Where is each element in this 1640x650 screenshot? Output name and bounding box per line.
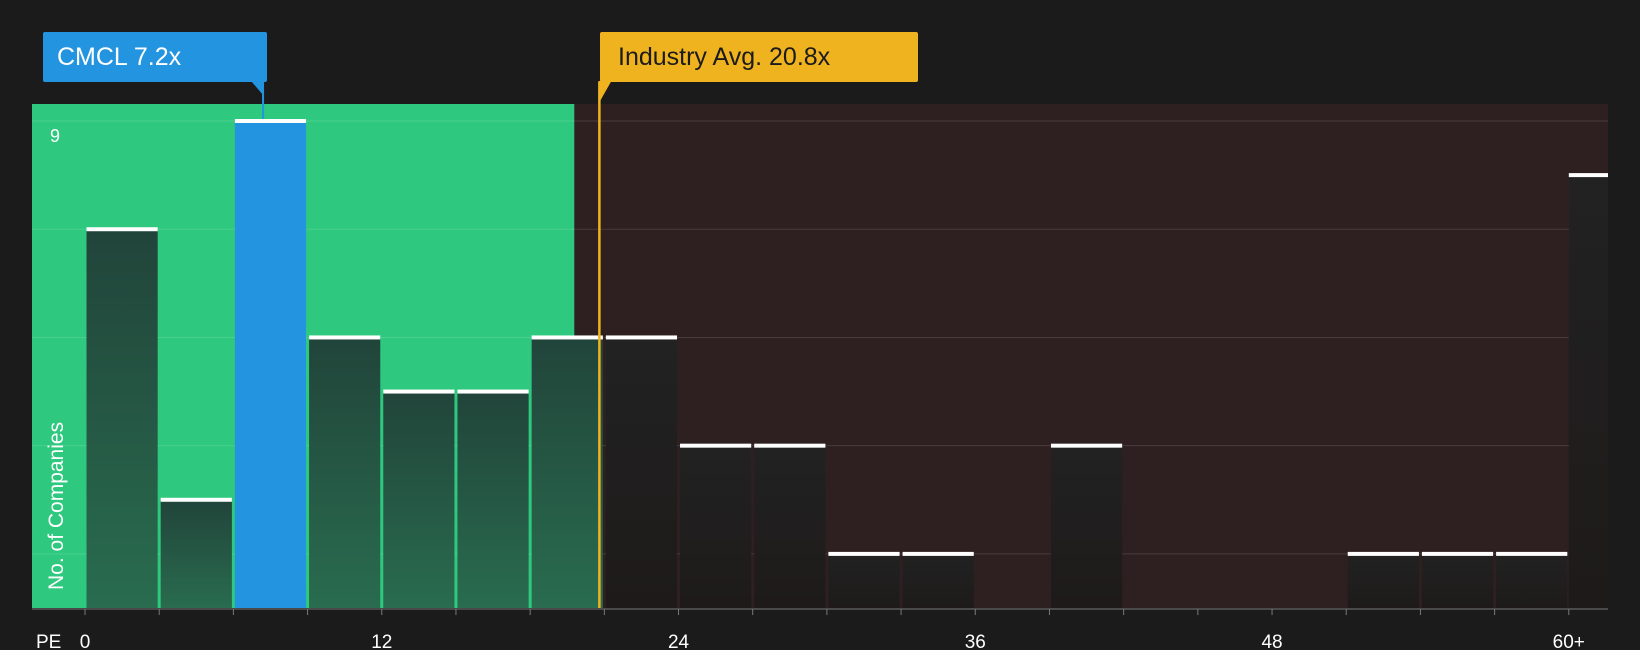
histogram-bar: [828, 553, 900, 608]
bar-cap: [1496, 551, 1568, 556]
bar-cap: [309, 335, 381, 340]
histogram-bar: [309, 337, 381, 608]
bar-cap: [828, 551, 900, 556]
pe-distribution-chart: 0 12 24 36 48 60+ 9 No. of Companies PE CMCL 7…: [0, 0, 1640, 650]
x-tick-label: 36: [965, 632, 986, 650]
histogram-bar: [605, 337, 678, 608]
company-pe-callout: CMCL 7.2x: [43, 32, 267, 82]
industry-average-callout: Industry Avg. 20.8x: [600, 32, 918, 82]
bar-cap: [1568, 173, 1608, 178]
y-tick-label: 9: [50, 126, 60, 146]
histogram-bar: [160, 499, 232, 608]
x-tick-label: 0: [80, 632, 91, 650]
bar-cap: [1421, 551, 1494, 556]
x-tick-label: 24: [668, 632, 690, 650]
x-tick-label: 48: [1261, 632, 1282, 650]
bar-cap: [1347, 551, 1419, 556]
histogram-bar: [457, 391, 529, 608]
bar-cap: [86, 227, 158, 232]
bar-cap: [234, 119, 307, 123]
bar-cap: [754, 443, 826, 448]
x-tick-label: 12: [371, 632, 392, 650]
histogram-bar: [1050, 445, 1123, 608]
histogram-bar: [1496, 553, 1568, 608]
bar-cap: [680, 443, 752, 448]
histogram-bar: [234, 121, 307, 608]
bar-cap: [605, 335, 678, 340]
bar-cap: [531, 335, 603, 340]
histogram-bar: [680, 445, 752, 608]
chart-canvas: 0 12 24 36 48 60+ 9 No. of Companies PE: [32, 81, 1608, 650]
histogram-bar: [531, 337, 603, 608]
x-axis-label: PE: [36, 632, 61, 650]
bar-cap: [457, 389, 529, 394]
histogram-bar: [1347, 553, 1419, 608]
bar-cap: [160, 497, 232, 502]
histogram-bar: [902, 553, 974, 608]
x-tick-label: 60+: [1553, 632, 1585, 650]
bar-cap: [1050, 443, 1123, 448]
histogram-bar: [383, 391, 455, 608]
histogram-bar: [1568, 175, 1608, 608]
y-axis-label: No. of Companies: [45, 422, 68, 590]
histogram-bar: [86, 229, 158, 608]
histogram-bar: [754, 445, 826, 608]
histogram-bar: [1421, 553, 1494, 608]
bar-cap: [902, 551, 974, 556]
bar-cap: [383, 389, 455, 394]
company-callout-pointer: [251, 81, 264, 95]
